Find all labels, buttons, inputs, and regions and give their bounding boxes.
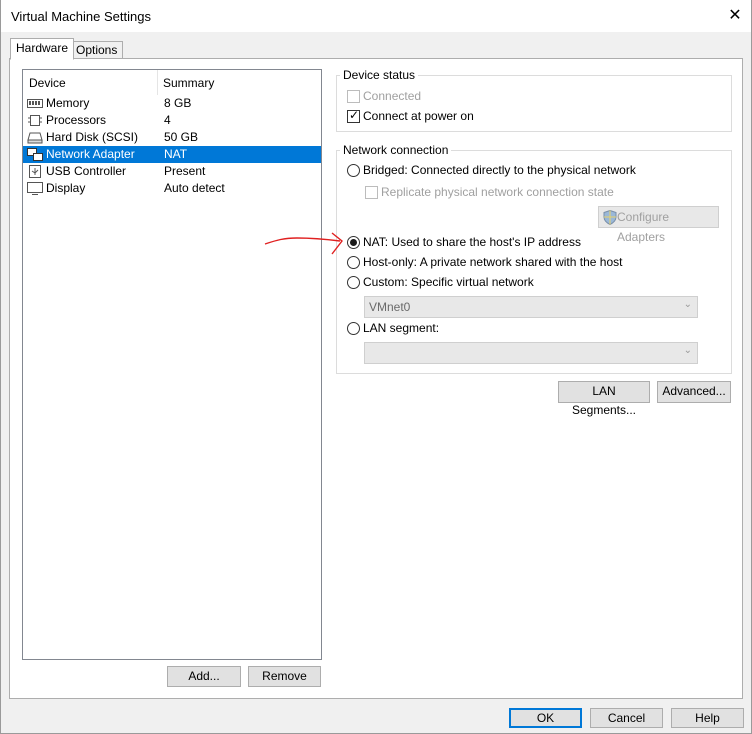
- device-name: USB Controller: [46, 164, 127, 178]
- device-name: Memory: [46, 96, 90, 110]
- hard-disk-icon: [27, 132, 43, 144]
- cancel-button[interactable]: Cancel: [590, 708, 663, 728]
- device-row-usb-controller[interactable]: USB Controller Present: [23, 163, 321, 180]
- bridged-radio[interactable]: [347, 164, 360, 177]
- device-status-group: [336, 75, 732, 132]
- device-column-header[interactable]: Device: [29, 70, 66, 95]
- device-name: Display: [46, 181, 86, 195]
- lan-segment-label: LAN segment:: [363, 321, 440, 335]
- device-row-network-adapter[interactable]: Network Adapter NAT: [23, 146, 321, 163]
- usb-icon: [29, 165, 41, 178]
- close-button[interactable]: ✕: [722, 4, 748, 28]
- column-divider: [157, 70, 158, 95]
- connect-at-power-on-checkbox[interactable]: ✓: [347, 108, 360, 123]
- custom-network-select[interactable]: VMnet0 ⌄: [364, 296, 698, 318]
- custom-radio[interactable]: [347, 276, 360, 289]
- device-name: Network Adapter: [46, 147, 135, 161]
- network-connection-title: Network connection: [340, 143, 452, 157]
- device-row-memory[interactable]: Memory 8 GB: [23, 95, 321, 112]
- tab-hardware[interactable]: Hardware: [10, 38, 75, 60]
- device-row-processors[interactable]: Processors 4: [23, 112, 321, 129]
- window-title: Virtual Machine Settings: [11, 9, 151, 24]
- add-device-button[interactable]: Add...: [167, 666, 241, 687]
- configure-adapters-label: Configure Adapters: [617, 210, 670, 244]
- shield-icon: [603, 210, 617, 225]
- host-only-label: Host-only: A private network shared with…: [363, 255, 623, 269]
- tab-options-label: Options: [76, 43, 118, 57]
- device-summary: Auto detect: [164, 181, 225, 195]
- lan-segments-button[interactable]: LAN Segments...: [558, 381, 650, 417]
- radio-selected-dot: [350, 239, 357, 246]
- configure-adapters-button[interactable]: Configure Adapters: [598, 206, 719, 244]
- lan-segment-select[interactable]: ⌄: [364, 342, 698, 364]
- tab-hardware-label: Hardware: [16, 41, 69, 55]
- display-icon: [27, 182, 43, 195]
- chevron-down-icon: ⌄: [683, 345, 692, 356]
- annotation-arrow-icon: [264, 232, 343, 255]
- device-name: Hard Disk (SCSI): [46, 130, 139, 144]
- ok-button[interactable]: OK: [509, 708, 582, 728]
- summary-column-header[interactable]: Summary: [163, 70, 214, 95]
- connected-checkbox[interactable]: [347, 90, 360, 103]
- host-only-radio[interactable]: [347, 256, 360, 269]
- tab-options[interactable]: Options: [70, 41, 124, 59]
- device-summary: 50 GB: [164, 130, 199, 144]
- close-icon: ✕: [728, 7, 742, 24]
- network-adapter-icon: [27, 148, 43, 161]
- device-summary: Present: [164, 164, 206, 178]
- custom-network-value: VMnet0: [369, 300, 411, 314]
- remove-device-button[interactable]: Remove: [248, 666, 321, 687]
- replicate-state-checkbox[interactable]: [365, 186, 378, 199]
- device-status-title: Device status: [340, 68, 419, 82]
- memory-icon: [27, 99, 43, 108]
- custom-label: Custom: Specific virtual network: [363, 275, 534, 289]
- device-name: Processors: [46, 113, 107, 127]
- device-summary: 4: [164, 113, 171, 127]
- advanced-button[interactable]: Advanced...: [657, 381, 731, 403]
- lan-segment-radio[interactable]: [347, 322, 360, 335]
- nat-radio[interactable]: [347, 236, 360, 249]
- processor-icon: [28, 115, 42, 126]
- connected-label: Connected: [363, 89, 422, 103]
- device-summary: 8 GB: [164, 96, 192, 110]
- bridged-label: Bridged: Connected directly to the physi…: [363, 163, 636, 177]
- device-list[interactable]: Device Summary Memory 8 GB Processors 4 …: [22, 69, 322, 660]
- device-row-display[interactable]: Display Auto detect: [23, 180, 321, 197]
- check-icon: ✓: [349, 108, 360, 122]
- device-summary: NAT: [164, 147, 188, 161]
- connect-at-power-on-label: Connect at power on: [363, 109, 474, 123]
- nat-label: NAT: Used to share the host's IP address: [363, 235, 581, 249]
- chevron-down-icon: ⌄: [683, 299, 692, 310]
- help-button[interactable]: Help: [671, 708, 744, 728]
- device-row-hard-disk[interactable]: Hard Disk (SCSI) 50 GB: [23, 129, 321, 146]
- replicate-state-label: Replicate physical network connection st…: [381, 185, 614, 199]
